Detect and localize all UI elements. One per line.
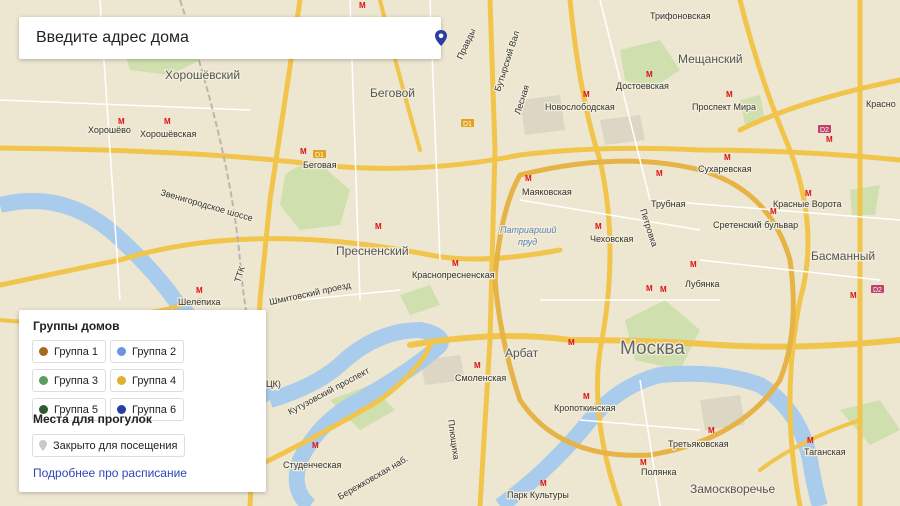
svg-text:M: M	[656, 169, 663, 178]
svg-text:M: M	[595, 222, 602, 231]
district-label: Хорошёвский	[165, 68, 240, 82]
group-color-dot	[117, 376, 127, 385]
station-label: Студенческая	[283, 460, 341, 470]
station-label: Третьяковская	[668, 439, 729, 449]
schedule-details-link[interactable]: Подробнее про расписание	[33, 466, 187, 480]
group-color-dot	[117, 347, 127, 356]
district-label: Басманный	[811, 249, 875, 263]
svg-text:M: M	[708, 426, 715, 435]
svg-text:M: M	[164, 117, 171, 126]
station-label: Шелепиха	[178, 297, 221, 307]
svg-text:M: M	[850, 291, 857, 300]
svg-text:M: M	[525, 174, 532, 183]
closed-places-chip[interactable]: Закрыто для посещения	[32, 434, 186, 457]
svg-text:M: M	[312, 441, 319, 450]
svg-text:M: M	[583, 392, 590, 401]
route-badge: D1	[315, 152, 324, 159]
station-label: ЦК)	[266, 379, 281, 389]
group-filter-chip[interactable]: Группа 2	[110, 340, 185, 363]
walks-title: Места для прогулок	[33, 412, 152, 426]
station-label: Проспект Мира	[692, 102, 756, 112]
svg-text:M: M	[375, 222, 382, 231]
group-label: Группа 2	[132, 345, 177, 358]
station-label: Кропоткинская	[554, 403, 616, 413]
svg-text:M: M	[640, 458, 647, 467]
svg-text:M: M	[805, 189, 812, 198]
route-badge: D2	[820, 127, 829, 134]
address-search-input[interactable]	[36, 17, 406, 59]
station-label: Краснопресненская	[412, 270, 495, 280]
district-label: Замоскворечье	[690, 482, 775, 496]
pond-label: Патриарший	[500, 225, 556, 235]
city-label: Москва	[620, 338, 685, 359]
svg-text:M: M	[474, 361, 481, 370]
station-label: Полянка	[641, 467, 677, 477]
station-label: Красно	[866, 99, 896, 109]
svg-text:M: M	[452, 259, 459, 268]
route-badge: D2	[873, 287, 882, 294]
legend-panel: Группы домов Группа 1 Группа 2 Группа 3 …	[19, 310, 266, 492]
station-label: Таганская	[804, 447, 846, 457]
route-badge: D1	[463, 121, 472, 128]
svg-text:M: M	[826, 135, 833, 144]
svg-text:M: M	[724, 153, 731, 162]
closed-label: Закрыто для посещения	[53, 439, 178, 452]
group-label: Группа 3	[54, 374, 99, 387]
station-label: Достоевская	[616, 81, 669, 91]
svg-text:M: M	[583, 90, 590, 99]
svg-text:M: M	[807, 436, 814, 445]
svg-text:M: M	[660, 285, 667, 294]
svg-text:M: M	[300, 147, 307, 156]
group-color-dot	[39, 376, 48, 385]
station-label: Лубянка	[685, 279, 720, 289]
group-filter-chip[interactable]: Группа 4	[110, 369, 185, 392]
station-label: Красные Ворота	[773, 199, 842, 209]
station-label: Хорошёвская	[140, 129, 196, 139]
closed-place-marker-icon	[39, 440, 47, 451]
station-label: Парк Культуры	[507, 490, 569, 500]
svg-text:M: M	[726, 90, 733, 99]
location-pin-icon[interactable]	[433, 29, 449, 47]
svg-text:M: M	[359, 1, 366, 10]
group-color-dot	[39, 347, 48, 356]
district-label: Мещанский	[678, 52, 743, 66]
station-label: Трубная	[651, 199, 686, 209]
group-filter-chip[interactable]: Группа 1	[32, 340, 107, 363]
svg-text:M: M	[196, 286, 203, 295]
station-label: Новослободская	[545, 102, 615, 112]
station-label: Чеховская	[590, 234, 634, 244]
svg-text:M: M	[568, 338, 575, 347]
district-label: Беговой	[370, 86, 415, 100]
svg-text:M: M	[690, 260, 697, 269]
district-label: Арбат	[505, 346, 539, 360]
station-label: Сухаревская	[698, 164, 752, 174]
svg-text:M: M	[540, 479, 547, 488]
group-label: Группа 4	[132, 374, 177, 387]
svg-text:M: M	[646, 70, 653, 79]
pond-label: пруд	[518, 237, 537, 247]
station-label: Сретенский бульвар	[713, 220, 798, 230]
svg-text:M: M	[646, 284, 653, 293]
station-label: Трифоновская	[650, 11, 711, 21]
station-label: Смоленская	[455, 373, 506, 383]
station-label: Беговая	[303, 160, 337, 170]
station-label: Хорошёво	[88, 125, 131, 135]
group-filters: Группа 1 Группа 2 Группа 3 Группа 4 Груп…	[32, 340, 262, 421]
address-search-box	[19, 17, 447, 59]
station-label: Маяковская	[522, 187, 572, 197]
groups-title: Группы домов	[33, 319, 120, 333]
group-filter-chip[interactable]: Группа 3	[32, 369, 107, 392]
district-label: Пресненский	[336, 244, 409, 258]
group-label: Группа 1	[54, 345, 99, 358]
